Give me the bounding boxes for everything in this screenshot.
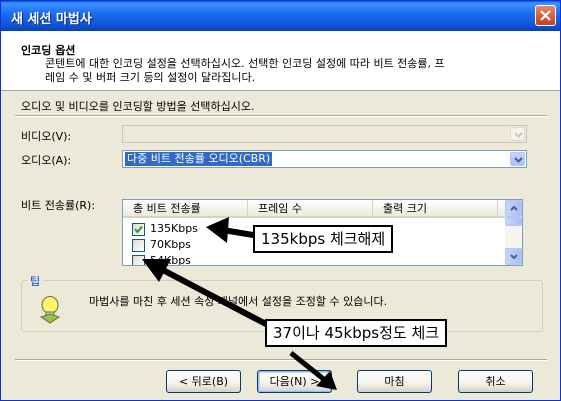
audio-select-value: 다중 비트 전송률 오디오(CBR) [125,152,273,166]
header-description: 콘텐트에 대한 인코딩 설정을 선택하십시오. 선택한 인코딩 설정에 따라 비… [45,57,535,85]
list-item-label: 54Kbps [150,254,191,266]
video-label: 비디오(V): [21,130,72,143]
scroll-down-button[interactable] [505,248,522,265]
close-button[interactable] [535,5,556,26]
scroll-up-button[interactable] [505,200,522,217]
window-title: 새 세션 마법사 [11,12,92,27]
divider [15,359,547,361]
bitrate-label: 비트 전송률(R): [21,199,96,212]
title-bar[interactable]: 새 세션 마법사 [1,1,560,31]
scroll-up-icon [510,206,518,211]
check-icon [134,225,143,234]
video-select-value [125,127,129,141]
audio-select[interactable]: 다중 비트 전송률 오디오(CBR) [122,150,527,168]
column-header-output-size[interactable]: 출력 크기 [373,200,498,217]
divider [15,115,547,117]
instruction-text: 오디오 및 비디오를 인코딩할 방법을 선택하십시오. [21,100,255,113]
header-title: 인코딩 옵션 [21,44,76,57]
lightbulb-icon [39,296,61,324]
tip-title: 팁 [27,273,44,289]
tip-text: 마법사를 마친 후 세션 속성 패널에서 설정을 조정할 수 있습니다. [89,295,388,308]
audio-dropdown-button[interactable] [510,152,525,166]
scroll-down-icon [510,254,518,259]
header-description-line: 콘텐트에 대한 인코딩 설정을 선택하십시오. 선택한 인코딩 설정에 따라 비… [45,57,445,70]
annotation-uncheck-135kbps: 135kbps 체크해제 [253,225,394,253]
list-item-label: 70Kbps [150,238,191,251]
column-header-frames[interactable]: 프레임 수 [248,200,373,217]
cancel-button[interactable]: 취소 [458,370,533,393]
back-button[interactable]: < 뒤로(B) [166,370,241,393]
header-band: 인코딩 옵션 콘텐트에 대한 인코딩 설정을 선택하십시오. 선택한 인코딩 설… [1,31,560,91]
bitrate-checkbox[interactable] [132,255,145,265]
close-icon [540,10,551,21]
new-session-wizard-dialog: 새 세션 마법사 인코딩 옵션 콘텐트에 대한 인코딩 설정을 선택하십시오. … [0,0,561,401]
bitrate-checkbox[interactable] [132,223,145,236]
scroll-thumb[interactable] [505,217,522,226]
chevron-down-icon [514,132,523,138]
column-header-total-bitrate[interactable]: 총 비트 전송률 [123,200,248,217]
bitrate-list-header: 총 비트 전송률 프레임 수 출력 크기 [123,200,506,218]
list-item[interactable]: 54Kbps [123,253,506,266]
bitrate-checkbox[interactable] [132,239,145,252]
video-dropdown-button[interactable] [510,127,525,141]
finish-button[interactable]: 마침 [357,370,432,393]
vertical-scrollbar[interactable] [505,200,522,265]
video-select[interactable] [122,125,527,143]
chevron-down-icon [514,157,523,163]
annotation-check-low-bitrate: 37이나 45kbps정도 체크 [265,319,448,347]
list-item-label: 135Kbps [150,222,198,235]
next-button[interactable]: 다음(N) > [257,370,332,393]
header-description-line: 레임 수 및 버퍼 크기 등의 설정이 달라집니다. [45,71,256,84]
audio-label: 오디오(A): [21,154,72,167]
